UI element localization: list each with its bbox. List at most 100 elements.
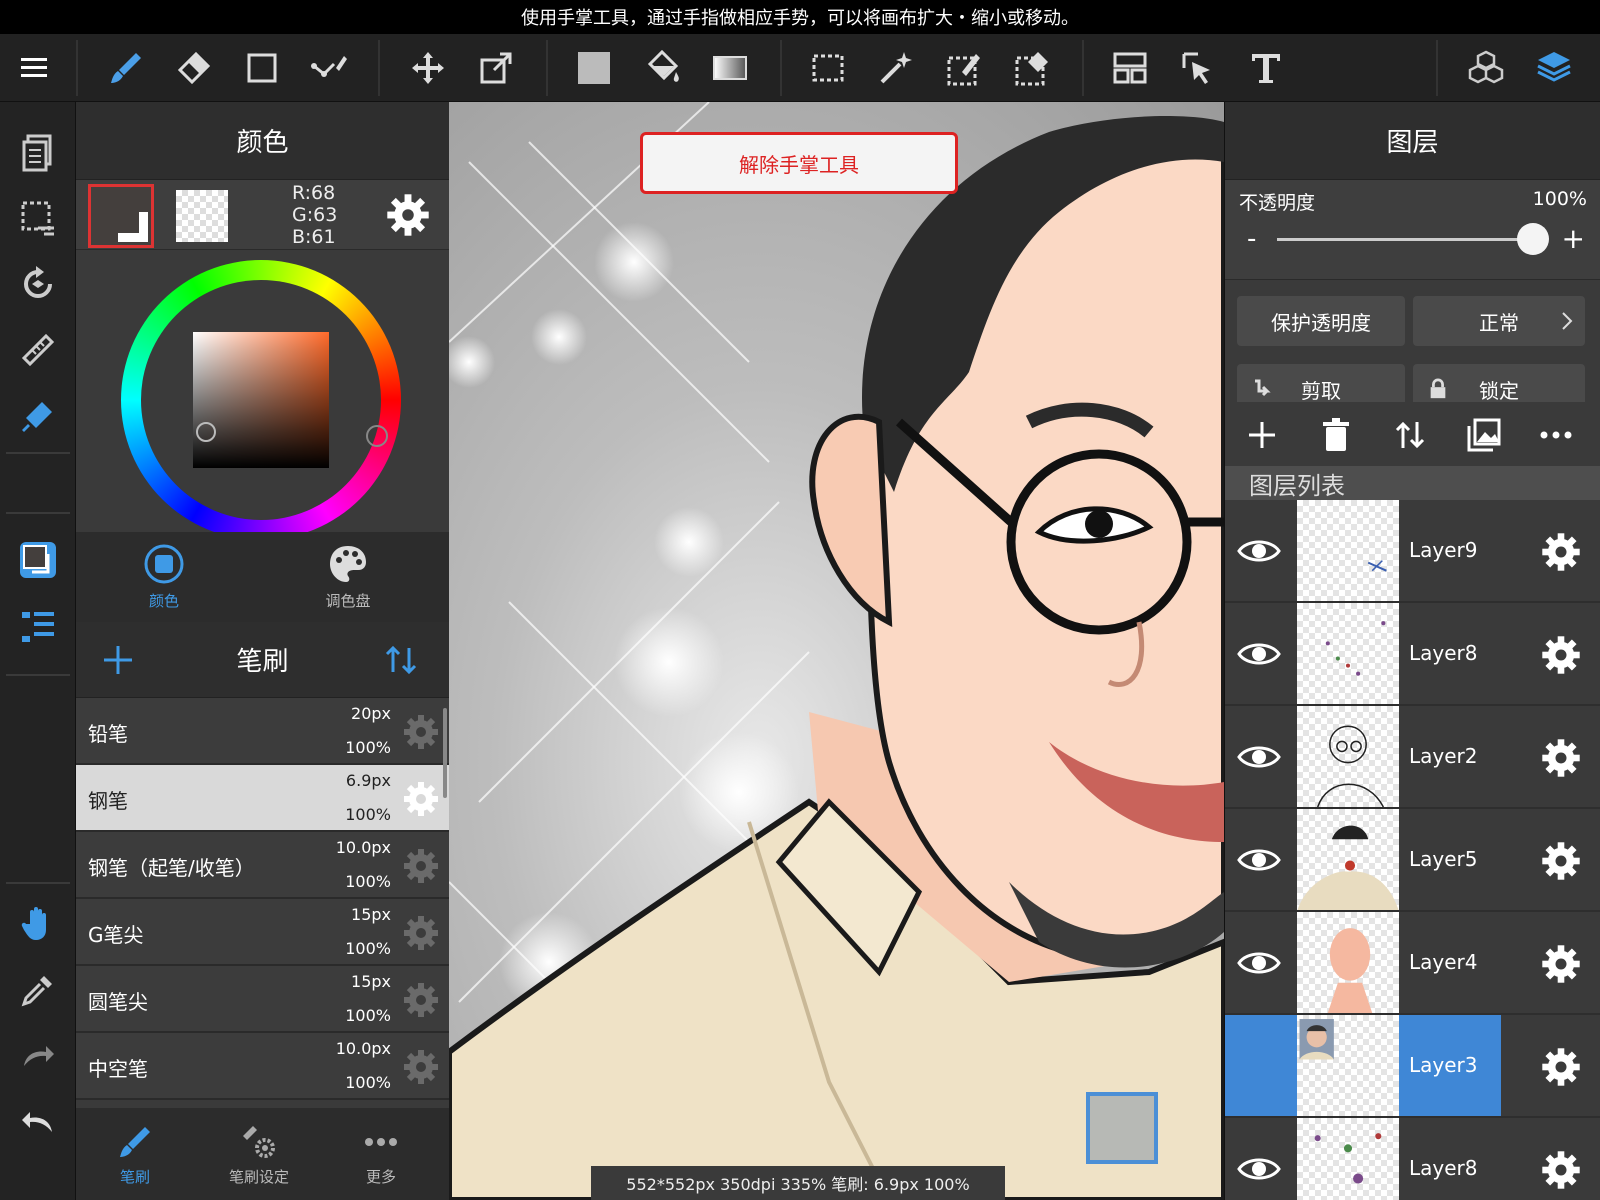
transform-tool-icon[interactable] xyxy=(470,42,522,94)
move-layer-icon[interactable] xyxy=(1387,412,1433,458)
color-settings-gear-icon[interactable] xyxy=(385,192,431,238)
canvas-navigator-widget[interactable] xyxy=(1086,1092,1158,1164)
add-layer-icon[interactable] xyxy=(1239,412,1285,458)
pages-icon[interactable] xyxy=(12,126,64,178)
eye-icon[interactable] xyxy=(1237,737,1281,777)
drawing-canvas[interactable]: 解除手掌工具 552*552px 350dpi 335% 笔刷: 6.9px 1… xyxy=(449,102,1224,1200)
brush-item[interactable]: 钢笔 6.9px 100% xyxy=(76,765,449,832)
layer-settings-gear-icon[interactable] xyxy=(1539,736,1583,780)
opacity-increase-button[interactable]: + xyxy=(1562,222,1585,255)
eraser-tool-icon[interactable] xyxy=(168,42,220,94)
operation-tool-icon[interactable] xyxy=(1172,42,1224,94)
eyedropper-icon[interactable] xyxy=(12,964,64,1016)
brush-item[interactable]: 中空笔 10.0px 100% xyxy=(76,1033,449,1100)
brush-settings-gear-icon[interactable] xyxy=(401,779,441,819)
brush-opacity: 100% xyxy=(345,805,391,824)
layer-list-header: 图层列表 xyxy=(1225,466,1600,500)
protect-alpha-button[interactable]: 保护透明度 xyxy=(1237,296,1405,346)
opacity-slider-track[interactable] xyxy=(1277,238,1539,241)
color-panel-toggle-icon[interactable] xyxy=(12,534,64,586)
layer-row[interactable]: Layer5 xyxy=(1225,809,1600,912)
ruler-icon[interactable] xyxy=(12,324,64,376)
layer-row[interactable]: Layer8 xyxy=(1225,603,1600,706)
release-hand-tool-button[interactable]: 解除手掌工具 xyxy=(640,132,958,194)
eye-icon[interactable] xyxy=(1237,634,1281,674)
fill-color-icon[interactable] xyxy=(568,42,620,94)
layer-thumbnail xyxy=(1297,1015,1399,1116)
blend-mode-button[interactable]: 正常 xyxy=(1413,296,1585,346)
frame-divider-icon[interactable] xyxy=(1104,42,1156,94)
layer-row[interactable]: Layer9 xyxy=(1225,500,1600,603)
text-tool-icon[interactable] xyxy=(1240,42,1292,94)
layer-row[interactable]: Layer4 xyxy=(1225,912,1600,1015)
redo-icon[interactable] xyxy=(12,1030,64,1082)
rotate-canvas-icon[interactable] xyxy=(12,258,64,310)
layers-toggle-icon[interactable] xyxy=(1528,42,1580,94)
layer-settings-gear-icon[interactable] xyxy=(1539,633,1583,677)
layer-more-icon[interactable] xyxy=(1533,412,1579,458)
eye-icon[interactable] xyxy=(1237,1149,1281,1189)
brush-item[interactable]: 钢笔（起笔/收笔） 10.0px 100% xyxy=(76,832,449,899)
shape-tool-icon[interactable] xyxy=(236,42,288,94)
layer-row[interactable]: Layer2 xyxy=(1225,706,1600,809)
brush-list-toggle-icon[interactable] xyxy=(12,600,64,652)
tab-color[interactable]: 颜色 xyxy=(104,536,224,616)
sv-picker-knob[interactable] xyxy=(196,422,216,442)
brush-list-scrollbar[interactable] xyxy=(443,708,447,798)
color-panel-title: 颜色 xyxy=(76,102,449,180)
brush-item[interactable]: 圆笔尖 15px 100% xyxy=(76,966,449,1033)
layer-settings-gear-icon[interactable] xyxy=(1539,1148,1583,1192)
tab-palette[interactable]: 调色盘 xyxy=(288,536,408,616)
brush-settings-gear-icon[interactable] xyxy=(401,712,441,752)
brush-settings-gear-icon[interactable] xyxy=(401,846,441,886)
select-rect-icon[interactable] xyxy=(802,42,854,94)
select-eraser-icon[interactable] xyxy=(1006,42,1058,94)
brush-opacity: 100% xyxy=(345,1073,391,1092)
add-image-layer-icon[interactable] xyxy=(1461,412,1507,458)
magic-wand-icon[interactable] xyxy=(870,42,922,94)
pen-path-tool-icon[interactable] xyxy=(304,42,356,94)
materials-icon[interactable] xyxy=(1460,42,1512,94)
snap-pen-icon[interactable] xyxy=(12,390,64,442)
undo-icon[interactable] xyxy=(12,1096,64,1148)
hand-tool-icon[interactable] xyxy=(12,898,64,950)
brush-item[interactable]: 铅笔 20px 100% xyxy=(76,698,449,765)
brush-settings-icon xyxy=(243,1125,275,1158)
opacity-slider-knob[interactable] xyxy=(1517,223,1549,255)
brush-tool-icon[interactable] xyxy=(100,42,152,94)
layer-settings-gear-icon[interactable] xyxy=(1539,530,1583,574)
eye-icon[interactable] xyxy=(1237,840,1281,880)
brush-panel: 笔刷 铅笔 20px 100% 钢笔 6.9px 100% 钢笔（起笔/收笔） 10.0px 1… xyxy=(76,622,449,1200)
tab-brush[interactable]: 笔刷 xyxy=(80,1114,190,1194)
delete-layer-icon[interactable] xyxy=(1313,412,1359,458)
layer-settings-gear-icon[interactable] xyxy=(1539,1045,1583,1089)
brush-settings-gear-icon[interactable] xyxy=(401,1047,441,1087)
tab-more[interactable]: 更多 xyxy=(326,1114,436,1194)
secondary-color-swatch[interactable] xyxy=(176,190,228,242)
eye-icon[interactable] xyxy=(1237,943,1281,983)
sort-brush-icon[interactable] xyxy=(379,638,423,682)
tab-brush-settings[interactable]: 笔刷设定 xyxy=(204,1114,314,1194)
hint-text: 使用手掌工具，通过手指做相应手势，可以将画布扩大・缩小或移动。 xyxy=(521,8,1079,29)
layer-settings-gear-icon[interactable] xyxy=(1539,942,1583,986)
select-pen-icon[interactable] xyxy=(938,42,990,94)
gradient-tool-icon[interactable] xyxy=(704,42,756,94)
eye-icon[interactable] xyxy=(1237,531,1281,571)
selection-panel-icon[interactable] xyxy=(12,192,64,244)
layer-row[interactable]: Layer3 xyxy=(1225,1015,1600,1118)
add-brush-icon[interactable] xyxy=(96,638,140,682)
layer-row[interactable]: Layer8 xyxy=(1225,1118,1600,1200)
color-circle-icon xyxy=(144,544,184,583)
opacity-decrease-button[interactable]: - xyxy=(1247,224,1256,254)
bucket-tool-icon[interactable] xyxy=(636,42,688,94)
brush-settings-gear-icon[interactable] xyxy=(401,913,441,953)
color-panel: 颜色 R:68 G:63 B:61 颜色 调色盘 xyxy=(76,102,449,622)
layer-settings-gear-icon[interactable] xyxy=(1539,839,1583,883)
menu-icon[interactable] xyxy=(8,42,60,94)
primary-color-swatch[interactable] xyxy=(88,184,154,248)
hue-picker-knob[interactable] xyxy=(366,425,388,447)
move-tool-icon[interactable] xyxy=(402,42,454,94)
brush-item[interactable]: G笔尖 15px 100% xyxy=(76,899,449,966)
saturation-value-square[interactable] xyxy=(193,332,329,468)
brush-settings-gear-icon[interactable] xyxy=(401,980,441,1020)
